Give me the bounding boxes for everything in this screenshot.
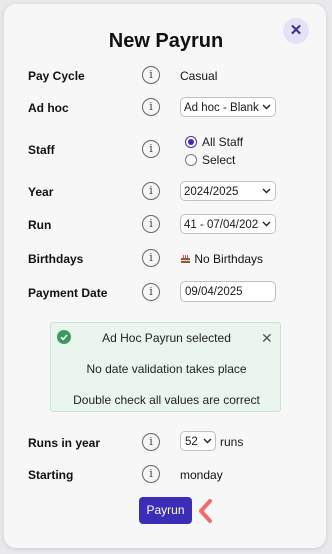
ad-hoc-select-value: Ad hoc - Blank: [184, 102, 259, 114]
starting-value: monday: [180, 468, 223, 482]
info-icon[interactable]: i: [142, 140, 160, 158]
info-icon[interactable]: i: [142, 98, 160, 116]
alert-line-2: Double check all values are correct: [73, 393, 260, 407]
chevron-down-icon: [259, 98, 275, 116]
pointer-arrow-icon: [199, 499, 212, 523]
run-select[interactable]: 41 - 07/04/2025: [180, 214, 276, 234]
payment-date-row: Payment Date i 09/04/2025: [0, 281, 332, 305]
chevron-down-icon: [203, 438, 212, 444]
starting-row: Starting i monday: [0, 463, 332, 487]
info-icon[interactable]: i: [142, 283, 160, 301]
cake-icon: [181, 255, 190, 263]
birthdays-row: Birthdays i No Birthdays: [0, 247, 332, 271]
ad-hoc-row: Ad hoc i Ad hoc - Blank: [0, 96, 332, 120]
year-row: Year i 2024/2025: [0, 180, 332, 204]
ad-hoc-label: Ad hoc: [28, 101, 69, 115]
info-icon[interactable]: i: [142, 182, 160, 200]
info-icon[interactable]: i: [142, 433, 160, 451]
pay-cycle-label: Pay Cycle: [28, 69, 85, 83]
run-select-value: 41 - 07/04/2025: [184, 219, 265, 231]
staff-label: Staff: [28, 143, 55, 157]
year-select-value: 2024/2025: [184, 186, 239, 198]
staff-all-label[interactable]: All Staff: [202, 135, 243, 149]
runs-in-year-label: Runs in year: [28, 436, 101, 450]
pay-cycle-row: Pay Cycle i Casual: [0, 64, 332, 88]
staff-all-radio[interactable]: [185, 136, 197, 148]
dialog-title: New Payrun: [108, 30, 224, 52]
ad-hoc-alert: ✕ Ad Hoc Payrun selected No date validat…: [50, 322, 281, 412]
chevron-down-icon: [259, 182, 275, 200]
birthdays-label: Birthdays: [28, 252, 84, 266]
runs-in-year-row: Runs in year i 52 runs: [0, 431, 332, 455]
info-icon[interactable]: i: [142, 215, 160, 233]
staff-select-label[interactable]: Select: [202, 153, 235, 167]
run-row: Run i 41 - 07/04/2025: [0, 213, 332, 237]
staff-row: Staff i: [0, 138, 332, 162]
info-icon[interactable]: i: [142, 249, 160, 267]
year-select[interactable]: 2024/2025: [180, 181, 276, 201]
starting-label: Starting: [28, 468, 74, 482]
payment-date-label: Payment Date: [28, 286, 108, 300]
info-icon[interactable]: i: [142, 465, 160, 483]
ad-hoc-select[interactable]: Ad hoc - Blank: [180, 97, 276, 117]
staff-select-radio[interactable]: [185, 154, 197, 166]
year-label: Year: [28, 185, 54, 199]
info-icon[interactable]: i: [142, 66, 160, 84]
alert-title: Ad Hoc Payrun selected: [102, 331, 231, 345]
payrun-button[interactable]: Payrun: [139, 497, 192, 524]
payment-date-input[interactable]: 09/04/2025: [180, 281, 276, 302]
alert-line-1: No date validation takes place: [86, 362, 247, 376]
runs-in-year-value: 52: [185, 436, 198, 448]
birthdays-text: No Birthdays: [194, 252, 264, 266]
chevron-down-icon: [259, 215, 275, 233]
run-label: Run: [28, 218, 52, 232]
pay-cycle-value: Casual: [180, 69, 218, 83]
runs-in-year-select[interactable]: 52: [180, 431, 216, 451]
runs-unit: runs: [220, 435, 244, 449]
birthdays-value: No Birthdays: [180, 247, 263, 271]
